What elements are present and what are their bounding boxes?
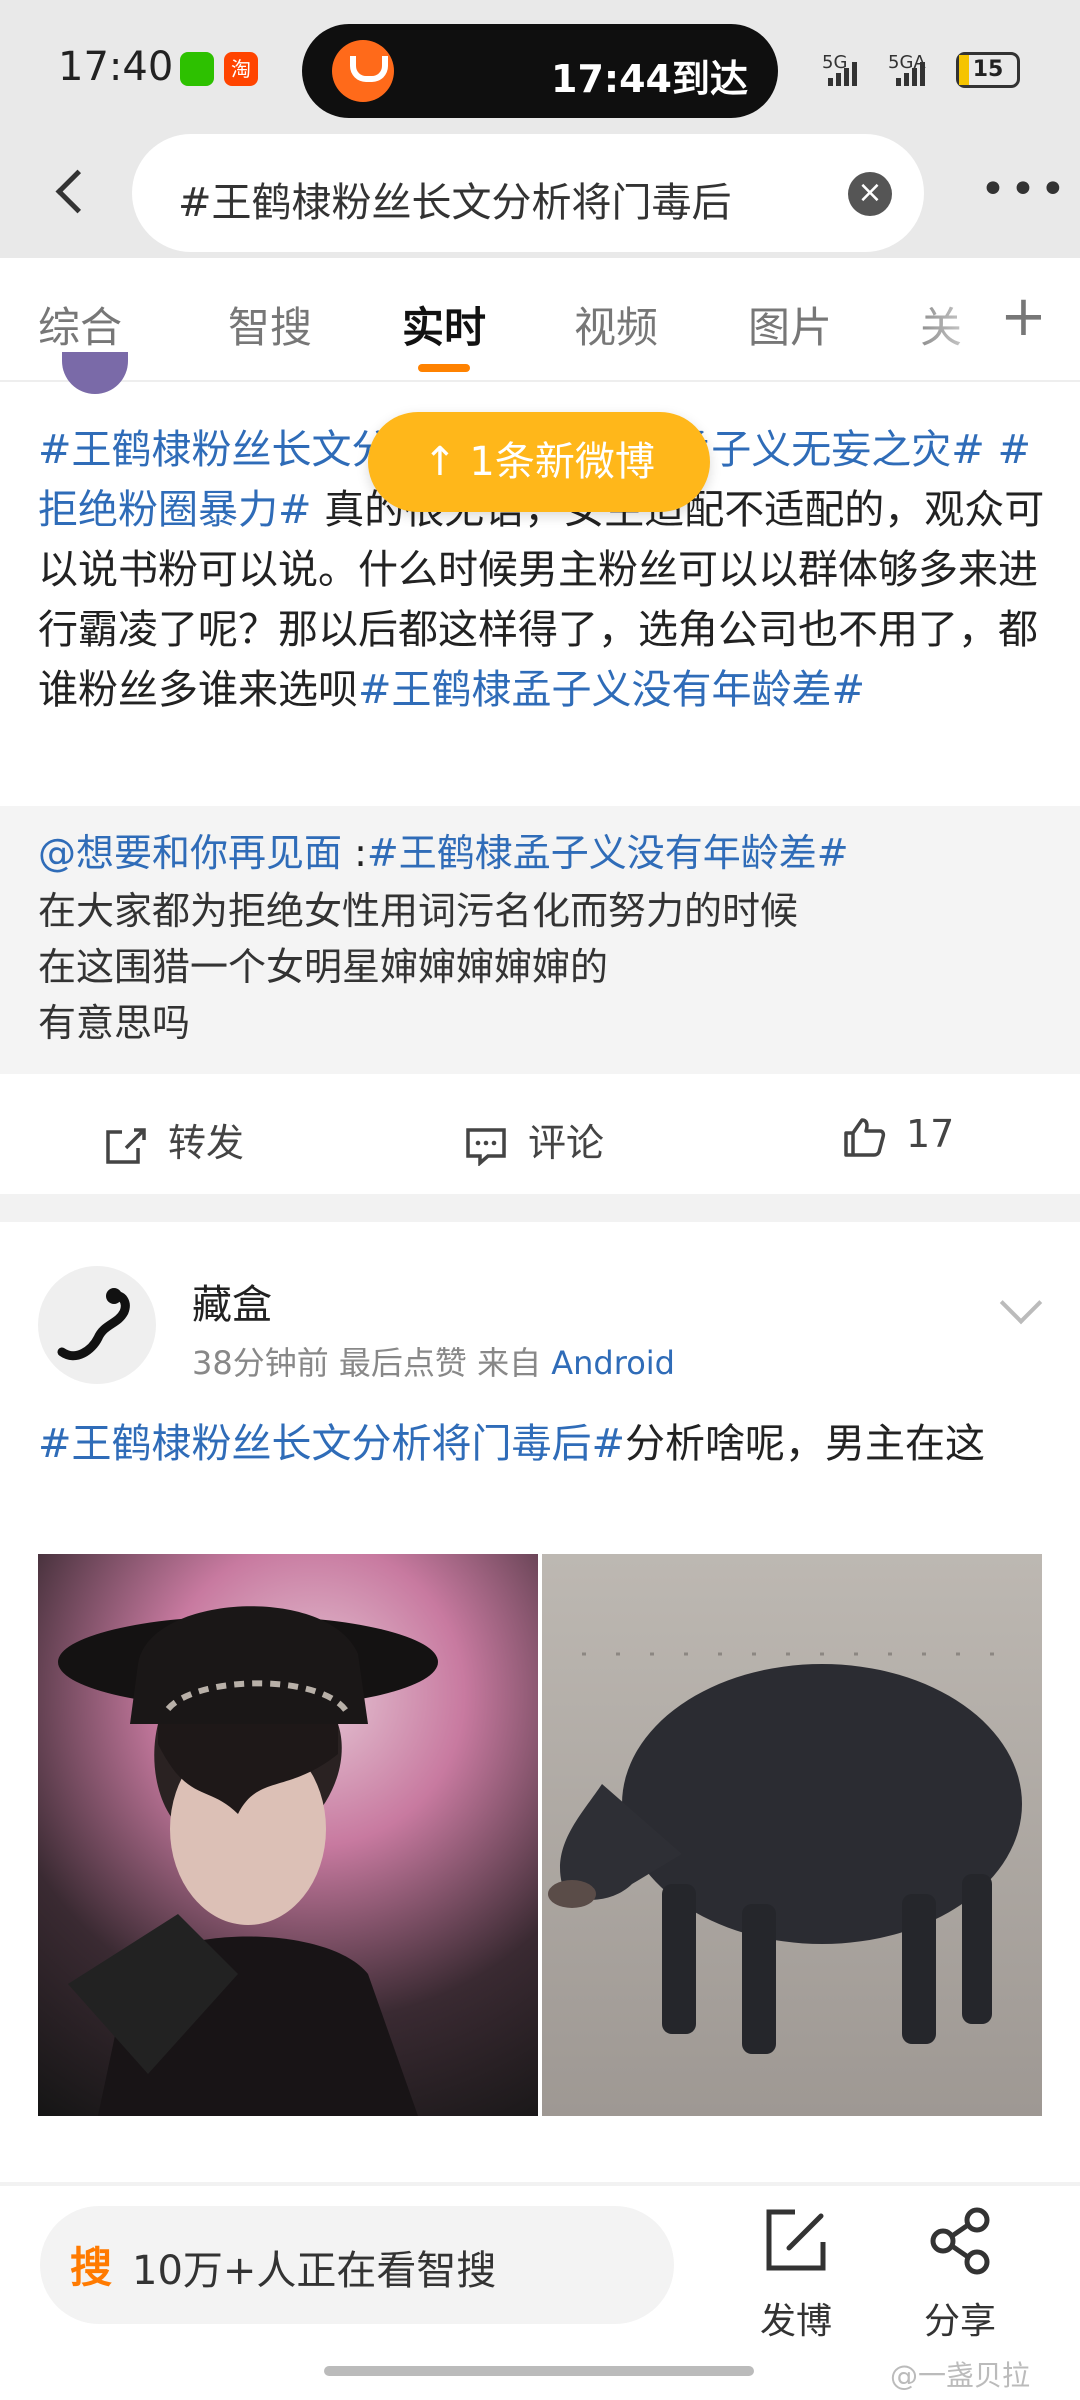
post-actions: 转发 评论 17: [0, 1074, 1080, 1194]
new-posts-button[interactable]: ↑ 1条新微博: [368, 412, 710, 512]
battery-icon: 15: [956, 52, 1020, 88]
comment-label: 评论: [528, 1121, 605, 1165]
tab-comprehensive[interactable]: 综合: [38, 294, 122, 355]
retweet-text: 有意思吗: [38, 1001, 191, 1045]
tab-realtime[interactable]: 实时: [402, 294, 486, 355]
post-image-boar[interactable]: [542, 1554, 1042, 2116]
search-tabs: 综合 智搜 实时 视频 图片 关 +: [0, 258, 1080, 382]
clear-search-button[interactable]: ×: [848, 172, 892, 216]
share-button[interactable]: 分享: [900, 2206, 1020, 2344]
comment-button[interactable]: 评论: [464, 1112, 604, 1167]
source-link[interactable]: Android: [551, 1344, 675, 1382]
hashtag-link[interactable]: #王鹤棣粉丝长文分析将门毒后#: [38, 1421, 625, 1467]
taobao-icon: 淘: [224, 52, 258, 86]
status-bar: 17:40 淘 17:44到达 5G 5GA 15: [0, 0, 1080, 130]
signal-icon: [896, 62, 928, 88]
arrival-time: 17:44到达: [551, 57, 748, 101]
add-tab-button[interactable]: +: [1000, 284, 1047, 349]
post-meta: 38分钟前 最后点赞 来自 Android: [192, 1344, 675, 1382]
clock: 17:40: [58, 44, 174, 90]
wechat-icon: [180, 52, 214, 86]
chevron-down-icon[interactable]: [999, 1281, 1043, 1325]
share-icon: [930, 2207, 990, 2275]
post-image-person[interactable]: [38, 1554, 538, 2116]
compose-label: 发博: [759, 2301, 832, 2342]
author-name[interactable]: 藏盒: [192, 1272, 272, 1330]
search-query: #王鹤棣粉丝长文分析将门毒后: [178, 180, 732, 226]
zhisou-text: 10万+人正在看智搜: [132, 2248, 497, 2294]
retweet-text: 在大家都为拒绝女性用词污名化而努力的时候: [38, 889, 799, 933]
didi-icon: [332, 40, 394, 102]
repost-label: 转发: [168, 1121, 245, 1165]
snake-avatar-icon: [57, 1288, 130, 1361]
retweet-block[interactable]: @想要和你再见面 :#王鹤棣孟子义没有年龄差# 在大家都为拒绝女性用词污名化而努…: [0, 806, 1080, 1074]
zhisou-bar[interactable]: 搜 10万+人正在看智搜: [40, 2206, 674, 2324]
weibo-post: 藏盒 38分钟前 最后点赞 来自 Android #王鹤棣粉丝长文分析将门毒后#…: [0, 1222, 1080, 2182]
thumbs-up-icon: [844, 1117, 886, 1157]
tab-zhisou[interactable]: 智搜: [228, 294, 312, 355]
post-text: 分析啥呢，男主在这: [625, 1421, 986, 1467]
retweet-header: @想要和你再见面 :#王鹤棣孟子义没有年龄差#: [38, 831, 849, 875]
tab-video[interactable]: 视频: [574, 294, 658, 355]
hashtag-link[interactable]: #王鹤棣粉丝长文: [38, 427, 352, 473]
share-label: 分享: [923, 2301, 996, 2342]
repost-button[interactable]: 转发: [104, 1112, 244, 1167]
avatar[interactable]: [62, 352, 128, 394]
tab-images[interactable]: 图片: [748, 294, 832, 355]
comment-icon: [466, 1127, 506, 1166]
active-tab-indicator: [418, 364, 470, 372]
compose-post-button[interactable]: 发博: [736, 2206, 856, 2344]
like-button[interactable]: 17: [842, 1112, 954, 1157]
dynamic-island[interactable]: 17:44到达: [302, 24, 778, 118]
zhisou-icon: 搜: [70, 2243, 113, 2292]
compose-icon: [766, 2209, 826, 2271]
hashtag-link[interactable]: #王鹤棣孟子义没有年龄差#: [358, 667, 865, 713]
retweet-text: 在这围猎一个女明星婶婶婶婶婶的: [38, 945, 609, 989]
battery-level: 15: [972, 57, 1004, 82]
more-options-button[interactable]: •••: [980, 168, 1070, 212]
repost-icon: [106, 1127, 146, 1164]
back-button[interactable]: [44, 166, 100, 222]
post-body: #王鹤棣粉丝长文分析将门毒后#分析啥呢，男主在这: [38, 1414, 1048, 1474]
watermark: @一盏贝拉: [890, 2359, 1031, 2392]
home-indicator[interactable]: [324, 2366, 754, 2376]
avatar[interactable]: [38, 1266, 156, 1384]
search-header: #王鹤棣粉丝长文分析将门毒后 × •••: [0, 130, 1080, 258]
signal-icon: [828, 62, 860, 88]
hashtag-link[interactable]: #王鹤棣孟子义没有年龄差#: [367, 831, 849, 875]
like-count: 17: [906, 1112, 955, 1156]
search-input[interactable]: #王鹤棣粉丝长文分析将门毒后 ×: [132, 134, 924, 252]
retweet-user-link[interactable]: @想要和你再见面: [38, 831, 342, 875]
